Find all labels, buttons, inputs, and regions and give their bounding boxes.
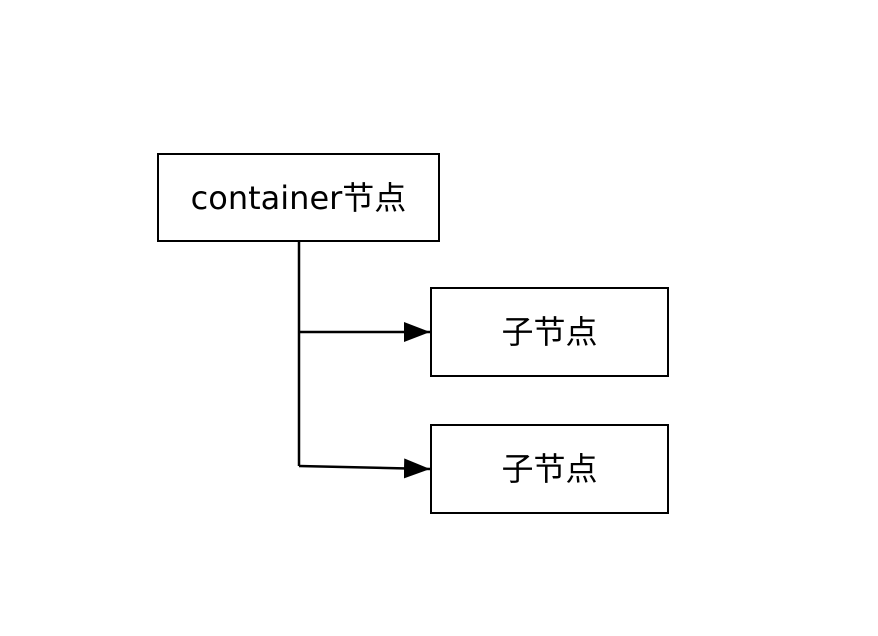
child-node-2: 子节点 <box>430 424 669 514</box>
container-node: container节点 <box>157 153 440 242</box>
child-node-1-label: 子节点 <box>501 313 598 351</box>
child-node-1: 子节点 <box>430 287 669 377</box>
edge-to-child-2 <box>298 458 431 479</box>
container-node-label: container节点 <box>190 178 407 217</box>
diagram-canvas: container节点 子节点 子节点 <box>0 0 878 636</box>
child-node-2-label: 子节点 <box>501 450 598 488</box>
